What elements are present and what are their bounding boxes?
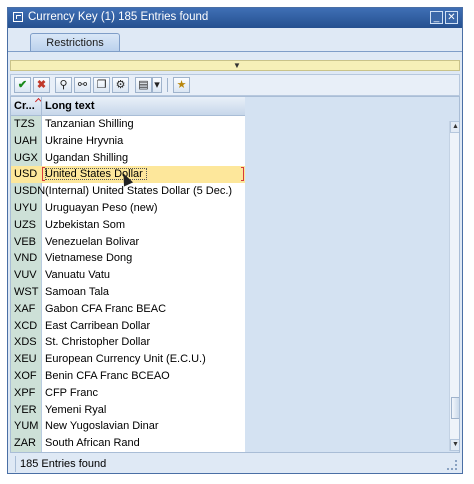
currency-code: XPF [14, 386, 36, 399]
column-header-long-text[interactable]: Long text [45, 100, 95, 112]
copy-icon[interactable]: ❐ [93, 77, 110, 93]
status-bar: 185 Entries found [10, 456, 460, 472]
currency-code: UGX [14, 151, 38, 164]
list-row[interactable]: VUV Vanuatu Vatu [11, 267, 245, 284]
currency-code: UAH [14, 134, 38, 147]
status-divider [15, 456, 16, 472]
selection-bracket-left [42, 167, 45, 182]
selected-list-row[interactable]: USD United States Dollar [11, 166, 245, 187]
list-row[interactable]: VEB Venezuelan Bolivar [11, 234, 245, 251]
close-button[interactable]: ✕ [445, 11, 458, 24]
dropdown-icon[interactable]: ▾ [152, 77, 162, 93]
selection-bracket-right [241, 167, 244, 182]
currency-long-text: Uzbekistan Som [45, 218, 126, 231]
window-title: Currency Key (1) 185 Entries found [28, 11, 209, 23]
list-rows: TZS Tanzanian Shilling UAH Ukraine Hryvnia U… [11, 116, 245, 452]
currency-long-text: Benin CFA Franc BCEAO [45, 369, 170, 382]
tab-divider [8, 51, 462, 52]
currency-code: XEU [14, 353, 37, 366]
list-row[interactable]: UYU Uruguayan Peso (new) [11, 200, 245, 217]
tab-restrictions[interactable]: Restrictions [30, 33, 120, 52]
scroll-up-icon[interactable]: ▲ [450, 121, 459, 133]
currency-code: VND [14, 252, 38, 265]
print-icon[interactable]: ▤ [135, 77, 152, 93]
minimize-button[interactable]: _ [430, 11, 443, 24]
resize-grip-icon[interactable] [447, 460, 457, 470]
list-header: Cr... Long text [11, 97, 245, 116]
favorite-icon[interactable]: ★ [173, 77, 190, 93]
currency-long-text: St. Christopher Dollar [45, 336, 151, 349]
list-row[interactable]: XEU European Currency Unit (E.C.U.) [11, 351, 245, 368]
list-row[interactable]: UAH Ukraine Hryvnia [11, 133, 245, 150]
currency-long-text: East Carribean Dollar [45, 319, 151, 332]
currency-long-text: Vietnamese Dong [45, 252, 133, 265]
currency-long-text: Samoan Tala [45, 285, 110, 298]
currency-code: TZS [14, 118, 35, 130]
list-row[interactable]: XDS St. Christopher Dollar [11, 334, 245, 351]
currency-code: UYU [14, 201, 38, 214]
find-next-icon[interactable]: ⚯ [74, 77, 91, 93]
list-row[interactable]: USDN (Internal) United States Dollar (5 D… [11, 183, 245, 200]
currency-long-text: Uruguayan Peso (new) [45, 201, 158, 214]
status-text: 185 Entries found [20, 458, 107, 470]
currency-long-text: Tanzanian Shilling [45, 118, 134, 130]
list-row[interactable]: YER Yemeni Ryal [11, 402, 245, 419]
currency-code: XCD [14, 319, 38, 332]
currency-long-text: European Currency Unit (E.C.U.) [45, 353, 206, 366]
restrictions-collapse-bar[interactable]: ▼ [10, 60, 460, 71]
check-icon[interactable]: ✔ [14, 77, 31, 93]
toolbar: ✔ ✖ ⚲ ⚯ ❐ ⚙ ▤ ▾ ★ [10, 74, 460, 96]
currency-code: YER [14, 403, 37, 416]
list-row[interactable]: TZS Tanzanian Shilling [11, 116, 245, 133]
list-row[interactable]: XOF Benin CFA Franc BCEAO [11, 368, 245, 385]
currency-code: YUM [14, 420, 39, 433]
currency-code: WST [14, 285, 39, 298]
toolbar-separator [167, 78, 168, 92]
currency-code: USD [14, 168, 38, 181]
scroll-down-icon[interactable]: ▼ [450, 439, 459, 451]
currency-code: ZAR [14, 437, 36, 450]
list-row[interactable]: XCD East Carribean Dollar [11, 318, 245, 335]
header-separator [41, 97, 42, 115]
currency-long-text: Gabon CFA Franc BEAC [45, 302, 167, 315]
list-row[interactable]: VND Vietnamese Dong [11, 250, 245, 267]
currency-long-text: Ugandan Shilling [45, 151, 129, 164]
currency-code: USDN [14, 185, 46, 198]
currency-code: XAF [14, 302, 36, 315]
window-icon [13, 12, 23, 22]
currency-long-text: South African Rand [45, 437, 140, 450]
list-row[interactable]: XAF Gabon CFA Franc BEAC [11, 301, 245, 318]
currency-long-text: (Internal) United States Dollar (5 Dec.) [45, 185, 233, 198]
currency-long-text: Venezuelan Bolivar [45, 235, 140, 248]
collapse-arrow-icon: ▼ [233, 61, 241, 70]
list-row[interactable]: ZAR South African Rand [11, 435, 245, 452]
currency-key-dialog: Currency Key (1) 185 Entries found _ ✕ R… [7, 7, 463, 474]
title-bar: Currency Key (1) 185 Entries found _ ✕ [8, 8, 462, 28]
list-row[interactable]: UGX Ugandan Shilling [11, 150, 245, 167]
list-row[interactable]: WST Samoan Tala [11, 284, 245, 301]
list-row[interactable]: YUM New Yugoslavian Dinar [11, 418, 245, 435]
list-row[interactable]: XPF CFP Franc [11, 385, 245, 402]
list-row[interactable]: UZS Uzbekistan Som [11, 217, 245, 234]
currency-code: XOF [14, 369, 37, 382]
vertical-scrollbar[interactable]: ▲ ▼ [449, 121, 459, 451]
currency-code: UZS [14, 218, 36, 231]
close-icon[interactable]: ✖ [33, 77, 50, 93]
tab-strip: Restrictions [8, 28, 462, 52]
scroll-thumb[interactable] [451, 397, 459, 419]
currency-long-text: Yemeni Ryal [45, 403, 107, 416]
currency-list: Cr... Long text TZS Tanzanian Shilling UAH… [10, 96, 460, 453]
find-icon[interactable]: ⚲ [55, 77, 72, 93]
currency-code: VUV [14, 269, 37, 282]
settings-icon[interactable]: ⚙ [112, 77, 129, 93]
currency-long-text: Ukraine Hryvnia [45, 134, 124, 147]
currency-code: XDS [14, 336, 37, 349]
currency-long-text: CFP Franc [45, 386, 98, 399]
currency-long-text: New Yugoslavian Dinar [45, 420, 159, 433]
currency-long-text: Vanuatu Vatu [45, 269, 111, 282]
currency-code: VEB [14, 235, 37, 248]
